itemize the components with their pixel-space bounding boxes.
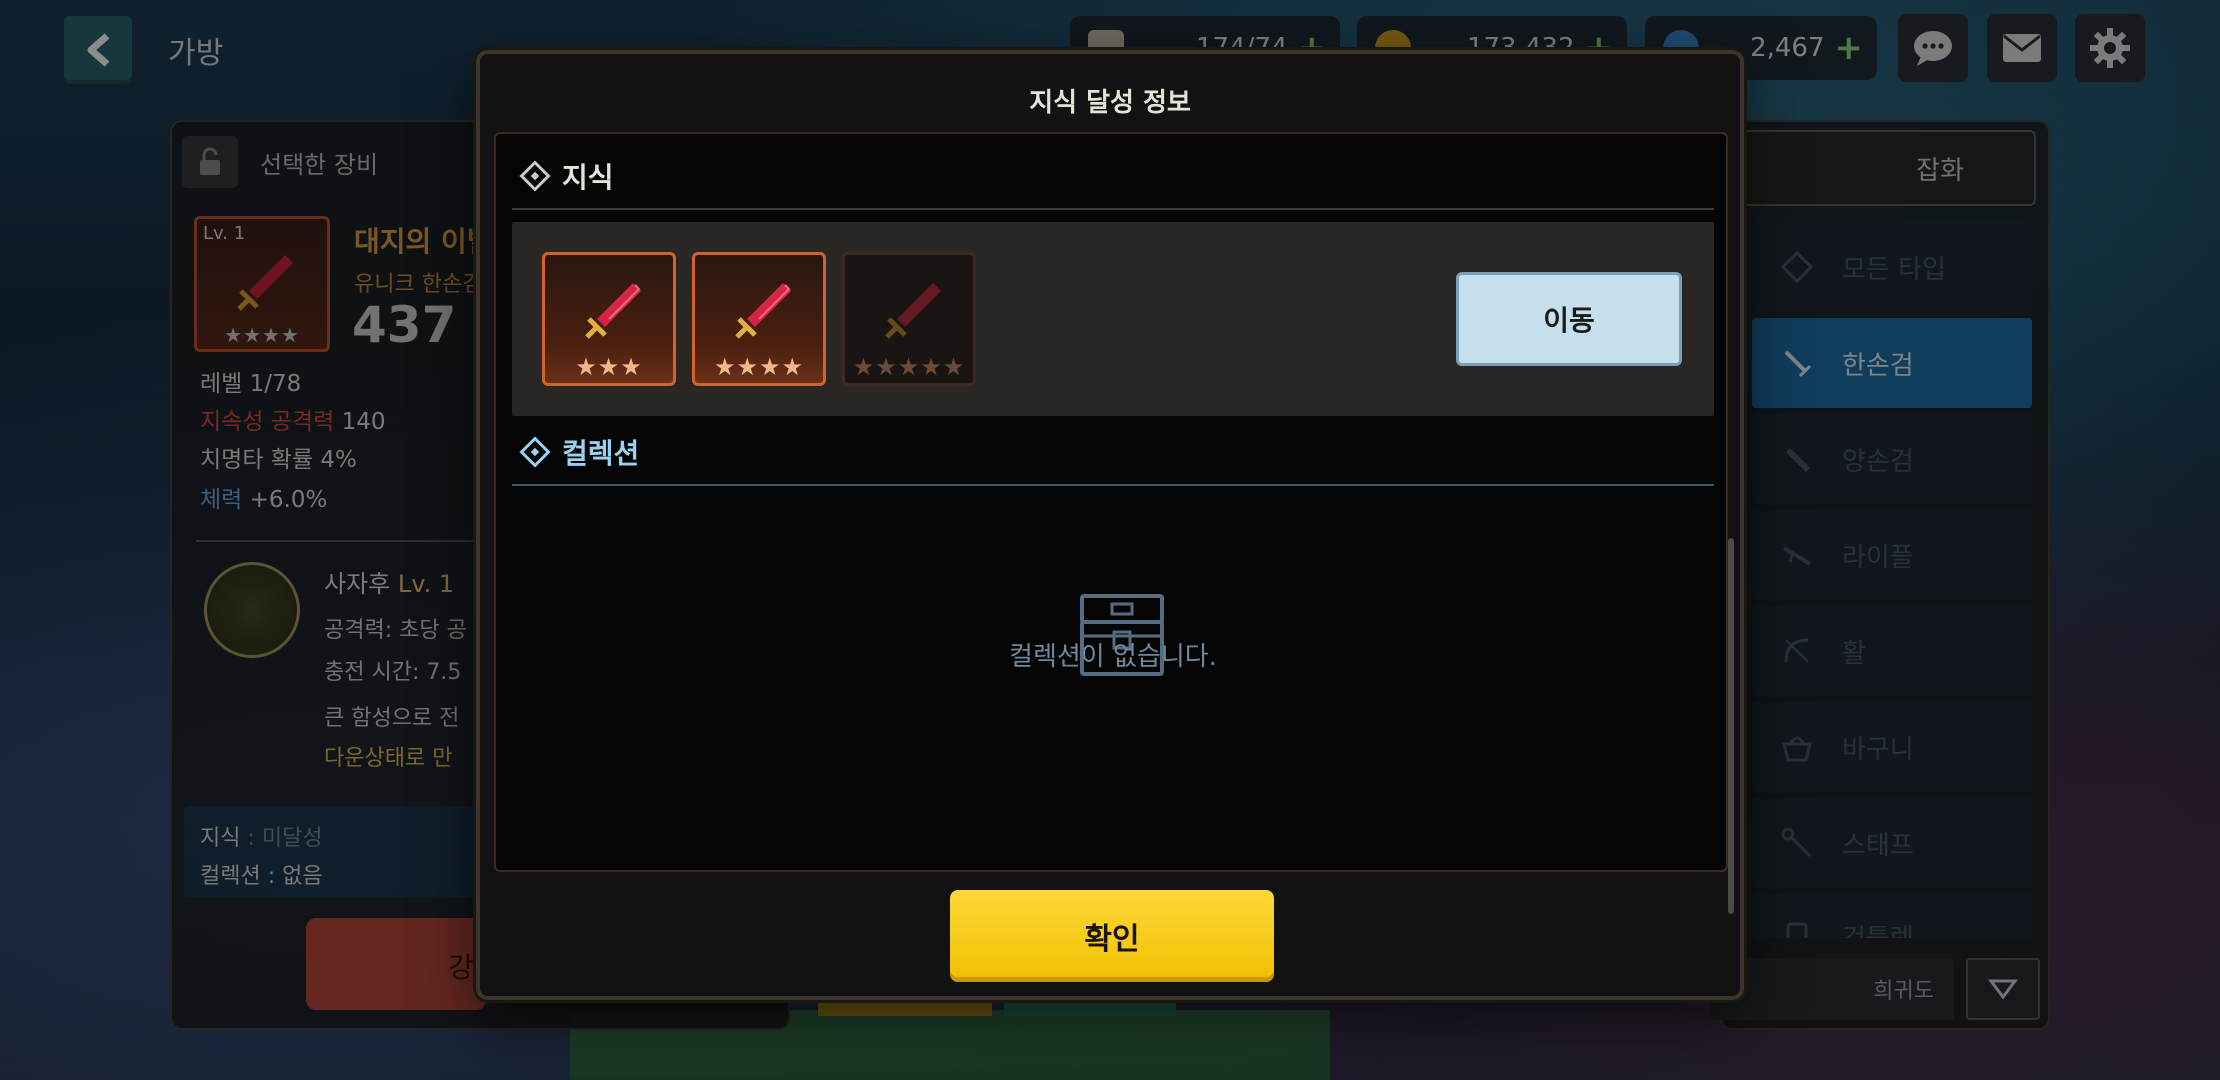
knowledge-section-title: 지식: [562, 161, 614, 194]
diamond-icon: [519, 160, 551, 192]
collection-section-header: 컬렉션: [519, 432, 640, 472]
modal-title: 지식 달성 정보: [1029, 88, 1191, 118]
knowledge-item-card-locked[interactable]: ★★★★★: [842, 252, 976, 386]
sword-icon: [585, 283, 641, 339]
card-stars: ★★★★: [713, 353, 805, 381]
sword-icon: [885, 283, 941, 339]
diamond-icon: [519, 436, 551, 468]
scrollbar[interactable]: [1728, 538, 1734, 914]
move-button[interactable]: 이동: [1456, 272, 1682, 366]
knowledge-info-modal: 지식 달성 정보 지식 ★★★ ★★★★ ★★★★★ 이동 컬렉션 컬렉션이 없…: [476, 50, 1744, 1000]
sword-icon: [735, 283, 791, 339]
modal-body: 지식 ★★★ ★★★★ ★★★★★ 이동 컬렉션 컬렉션이 없습니다.: [494, 132, 1734, 914]
divider: [512, 208, 1714, 210]
knowledge-item-row: ★★★ ★★★★ ★★★★★ 이동: [512, 222, 1714, 416]
knowledge-section-header: 지식: [519, 156, 614, 196]
knowledge-item-card[interactable]: ★★★★: [692, 252, 826, 386]
empty-collection-message: 컬렉션이 없습니다.: [1009, 642, 1217, 672]
confirm-button[interactable]: 확인: [950, 890, 1274, 982]
knowledge-item-card[interactable]: ★★★: [542, 252, 676, 386]
divider: [512, 484, 1714, 486]
card-stars: ★★★: [575, 353, 643, 381]
card-stars: ★★★★★: [852, 353, 966, 381]
collection-section-title: 컬렉션: [562, 437, 640, 470]
